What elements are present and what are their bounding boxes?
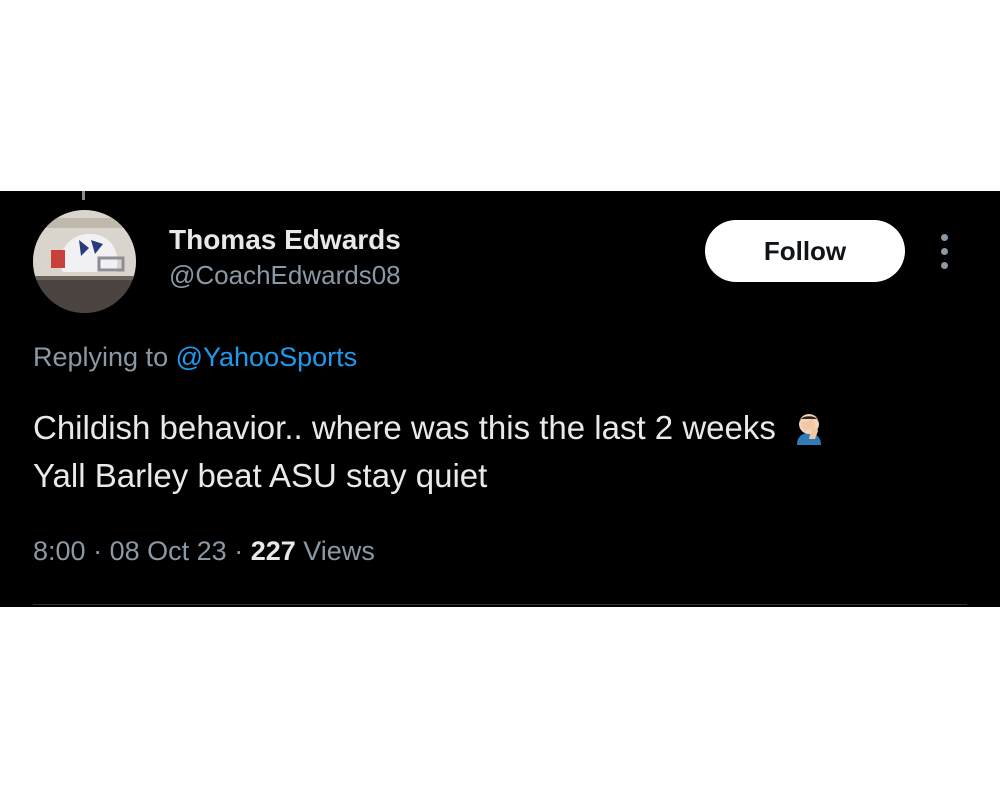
- author-handle[interactable]: @CoachEdwards08: [169, 260, 401, 291]
- face-palm-emoji: [791, 409, 827, 445]
- replying-to: Replying to @YahooSports: [33, 342, 357, 373]
- avatar[interactable]: [33, 210, 136, 313]
- more-dot: [941, 234, 948, 241]
- tweet-time[interactable]: 8:00: [33, 536, 86, 566]
- more-dot: [941, 262, 948, 269]
- thread-connector: [82, 191, 85, 200]
- views-count: 227: [250, 536, 296, 566]
- more-dot: [941, 248, 948, 255]
- replying-prefix: Replying to: [33, 342, 169, 372]
- meta-separator: ·: [93, 536, 103, 566]
- author-name[interactable]: Thomas Edwards: [169, 224, 401, 256]
- follow-button[interactable]: Follow: [705, 220, 905, 282]
- meta-separator: ·: [234, 536, 244, 566]
- tweet-text-line2: Yall Barley beat ASU stay quiet: [33, 457, 488, 494]
- replying-mention-link[interactable]: @YahooSports: [176, 342, 358, 372]
- football-helmet-avatar: [33, 210, 136, 313]
- more-vertical-icon[interactable]: [930, 230, 960, 274]
- tweet-date[interactable]: 08 Oct 23: [110, 536, 227, 566]
- tweet-text-line1: Childish behavior.. where was this the l…: [33, 409, 776, 446]
- tweet-meta: 8:00 · 08 Oct 23 · 227 Views: [33, 536, 375, 567]
- tweet-text: Childish behavior.. where was this the l…: [33, 404, 963, 500]
- views-label: Views: [303, 536, 375, 566]
- divider: [33, 604, 967, 605]
